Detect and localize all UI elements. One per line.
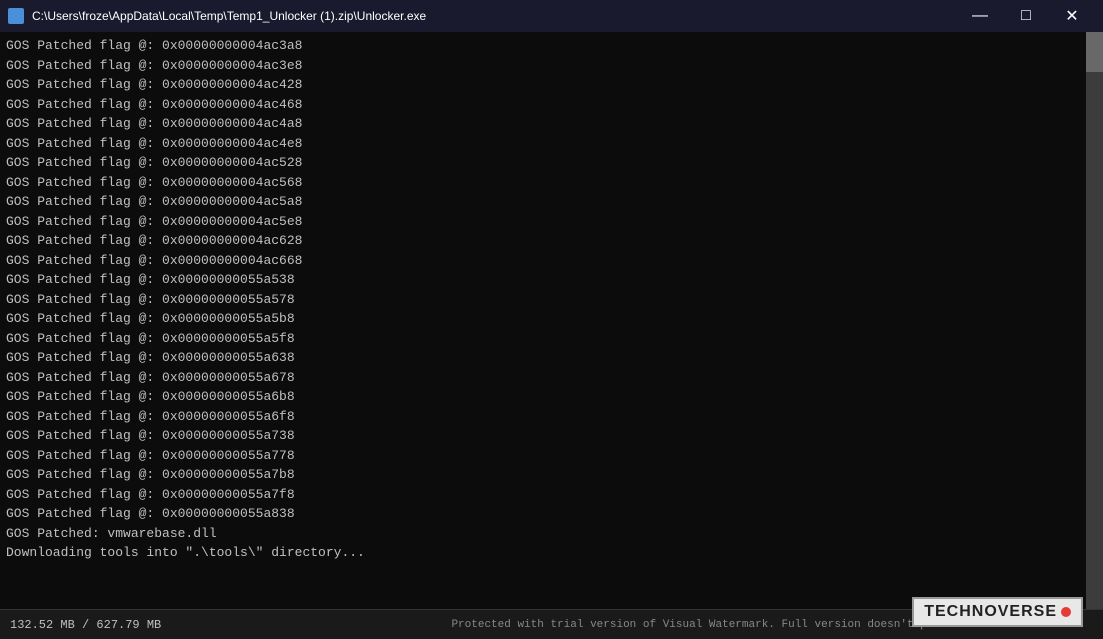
status-bar: 132.52 MB / 627.79 MB Protected with tri… <box>0 609 1103 639</box>
technoverse-label: TECHNOVERSE <box>924 603 1057 621</box>
title-bar: C:\Users\froze\AppData\Local\Temp\Temp1_… <box>0 0 1103 32</box>
technoverse-badge: TECHNOVERSE <box>912 597 1083 627</box>
technoverse-dot <box>1061 607 1071 617</box>
close-button[interactable]: ✕ <box>1049 0 1095 32</box>
console-area: GOS Patched flag @: 0x00000000004ac3a8 G… <box>0 32 1103 609</box>
status-progress: 132.52 MB / 627.79 MB <box>10 618 371 632</box>
scrollbar-thumb[interactable] <box>1086 32 1103 72</box>
scrollbar[interactable] <box>1086 32 1103 609</box>
maximize-button[interactable]: □ <box>1003 0 1049 32</box>
app-icon <box>8 8 24 24</box>
console-output: GOS Patched flag @: 0x00000000004ac3a8 G… <box>0 36 1103 563</box>
minimize-button[interactable]: — <box>957 0 1003 32</box>
window-controls: — □ ✕ <box>957 0 1095 32</box>
watermark-area: Protected with trial version of Visual W… <box>371 619 1093 631</box>
window-title: C:\Users\froze\AppData\Local\Temp\Temp1_… <box>32 9 957 23</box>
